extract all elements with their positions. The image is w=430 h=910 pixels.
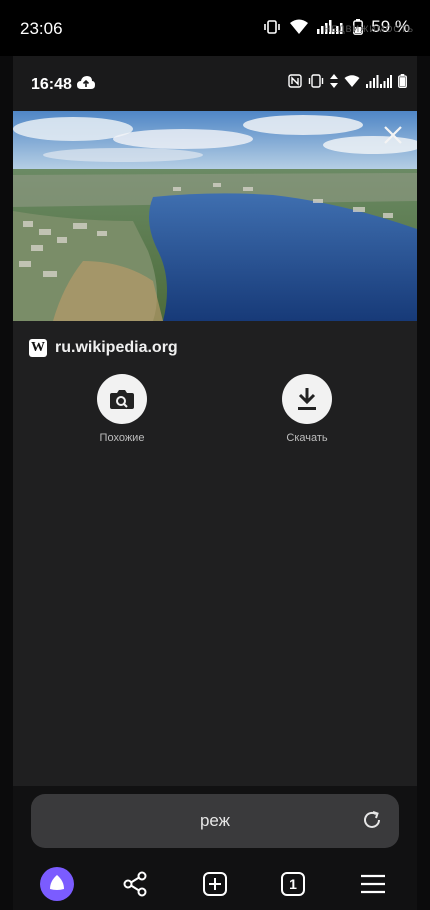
wikipedia-icon: W xyxy=(29,339,47,357)
camera-search-icon xyxy=(110,390,134,409)
download-icon xyxy=(298,388,316,410)
alice-button[interactable] xyxy=(39,866,75,902)
new-tab-button[interactable] xyxy=(197,866,233,902)
similar-circle[interactable] xyxy=(97,374,147,424)
alice-assistant-icon xyxy=(40,867,74,901)
similar-button[interactable]: Похожие xyxy=(72,374,172,444)
cloud-upload-icon xyxy=(77,76,95,89)
aerial-photo[interactable] xyxy=(13,111,417,321)
watermark: НЕДВИЖИМОСТЬ xyxy=(324,24,414,34)
signal-icon xyxy=(366,74,392,88)
wifi-icon xyxy=(290,19,309,34)
bottom-toolbar: 1 xyxy=(13,864,417,904)
source-domain[interactable]: ru.wikipedia.org xyxy=(55,339,178,357)
vibrate-icon xyxy=(308,74,324,88)
tabs-button[interactable]: 1 xyxy=(275,866,311,902)
search-bar[interactable]: реж xyxy=(31,794,399,848)
inner-status-bar: 16:48 xyxy=(13,56,417,111)
inner-screen: 16:48 W ru.wikipedia.org Похожие Скачать… xyxy=(13,56,417,910)
vibrate-icon xyxy=(264,20,281,34)
reload-icon[interactable] xyxy=(361,809,383,831)
download-label: Скачать xyxy=(286,432,328,444)
data-arrows-icon xyxy=(330,74,338,88)
outer-clock: 23:06 xyxy=(20,19,63,38)
hamburger-menu-icon xyxy=(361,874,385,894)
wifi-icon xyxy=(344,74,360,87)
inner-status-icons xyxy=(288,74,407,88)
battery-icon xyxy=(398,74,407,88)
plus-square-icon xyxy=(203,872,227,896)
close-icon[interactable] xyxy=(381,123,405,147)
tabs-count: 1 xyxy=(289,876,297,892)
similar-label: Похожие xyxy=(99,432,145,444)
share-button[interactable] xyxy=(117,866,153,902)
menu-button[interactable] xyxy=(355,866,391,902)
aerial-photo-graphic xyxy=(13,111,417,321)
bottom-panel: реж 1 xyxy=(13,786,417,910)
share-icon xyxy=(123,871,147,897)
download-button[interactable]: Скачать xyxy=(257,374,357,444)
download-circle[interactable] xyxy=(282,374,332,424)
outer-status-bar: 23:06 59 % НЕДВИЖИМОСТЬ xyxy=(0,0,430,56)
search-query[interactable]: реж xyxy=(31,811,399,831)
inner-clock: 16:48 xyxy=(31,76,72,93)
nfc-icon xyxy=(288,74,302,88)
image-source[interactable]: W ru.wikipedia.org xyxy=(29,339,178,357)
